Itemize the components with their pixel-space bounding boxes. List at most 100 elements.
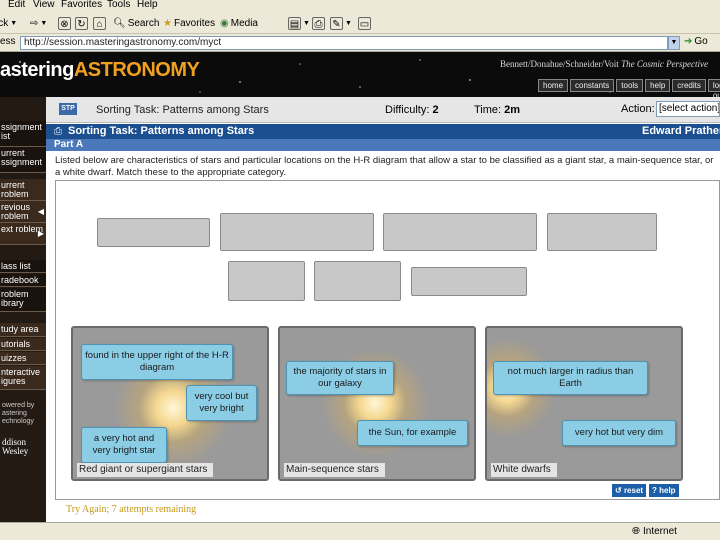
draggable-card[interactable]: the majority of stars in our galaxy	[286, 361, 394, 395]
nav-logout-button[interactable]: log out	[707, 79, 720, 97]
menu-bar: Edit View Favorites Tools Help	[0, 0, 720, 12]
media-button[interactable]: ◉ Media	[220, 15, 258, 31]
address-input[interactable]: http://session.masteringastronomy.com/my…	[20, 36, 668, 50]
browser-toolbar: Back ▼ ⇨ ▼ ⊗ ↻ ⌂ 🔍︎ Search ★ Favorites ◉…	[0, 12, 720, 34]
bin-red-giant[interactable]: found in the upper right of the H-R diag…	[71, 326, 269, 481]
draggable-card[interactable]: not much larger in radius than Earth	[493, 361, 648, 395]
bin-label: White dwarfs	[491, 463, 557, 477]
sidebar-item-current-assignment[interactable]: urrent ssignment	[0, 147, 46, 173]
menu-help[interactable]: Help	[137, 0, 158, 10]
search-label: Search	[127, 17, 160, 29]
chevron-down-icon: ▼	[303, 19, 310, 27]
media-icon: ◉	[220, 17, 229, 29]
globe-icon: 🌐︎	[632, 526, 640, 537]
forward-button[interactable]: ⇨ ▼	[30, 15, 47, 31]
task-info-bar: STP Sorting Task: Patterns among Stars D…	[46, 97, 720, 123]
problem-title-bar: ⎙ Sorting Task: Patterns among Stars Edw…	[46, 124, 720, 139]
edit-icon: ✎	[330, 16, 343, 30]
powered-by: owered by astering echnology	[2, 402, 35, 425]
draggable-card[interactable]: very hot but very dim	[562, 420, 676, 446]
back-label: Back	[0, 17, 9, 29]
problem-title: Sorting Task: Patterns among Stars	[68, 125, 255, 137]
sidebar-item-label: ext roblem	[1, 224, 44, 234]
empty-slot[interactable]	[228, 261, 305, 301]
chevron-down-icon[interactable]: ▼	[668, 36, 680, 50]
sidebar-item-class-list[interactable]: lass list	[0, 260, 46, 273]
refresh-button[interactable]: ↻	[75, 15, 88, 31]
part-bar: Part A	[46, 139, 720, 151]
back-button[interactable]: Back ▼	[0, 15, 17, 31]
search-button[interactable]: 🔍︎ Search	[113, 15, 159, 31]
empty-slot[interactable]	[314, 261, 401, 301]
sidebar-item-next-problem[interactable]: ext roblem ▶	[0, 223, 46, 245]
history-button[interactable]: ▤ ▼	[288, 15, 310, 31]
printer-icon[interactable]: ⎙	[54, 126, 62, 137]
draggable-card[interactable]: found in the upper right of the H-R diag…	[81, 344, 233, 380]
time-value: 2m	[504, 104, 521, 116]
empty-slot[interactable]	[97, 218, 210, 247]
sidebar-item-current-problem[interactable]: urrent roblem	[0, 179, 46, 201]
user-name: Edward Prather	[642, 125, 720, 137]
instructions: Listed below are characteristics of star…	[55, 155, 714, 178]
difficulty-label: Difficulty:	[385, 104, 430, 116]
menu-view[interactable]: View	[33, 0, 55, 10]
empty-slot[interactable]	[220, 213, 374, 251]
nav-home-button[interactable]: home	[538, 79, 569, 92]
status-bar: 🌐︎ Internet	[0, 522, 720, 540]
sidebar-item-previous-problem[interactable]: revious roblem ◀	[0, 201, 46, 223]
draggable-card[interactable]: the Sun, for example	[357, 420, 468, 446]
sidebar-item-study-area[interactable]: tudy area	[0, 323, 46, 337]
stop-button[interactable]: ⊗	[58, 15, 71, 31]
chevron-down-icon: ▼	[40, 19, 48, 27]
sidebar-item-gradebook[interactable]: radebook	[0, 274, 46, 287]
empty-slot[interactable]	[547, 213, 657, 251]
stp-badge: STP	[59, 103, 77, 115]
draggable-card[interactable]: a very hot and very bright star	[81, 427, 167, 463]
draggable-card[interactable]: very cool but very bright	[186, 385, 257, 421]
reset-icon: ↺	[615, 486, 622, 495]
print-button[interactable]: ⎙	[312, 15, 325, 31]
logo-text-orange: ASTRONOMY	[73, 59, 200, 81]
help-icon: ?	[652, 486, 657, 495]
help-button[interactable]: ? help	[649, 484, 679, 497]
reset-button[interactable]: ↺ reset	[612, 484, 647, 497]
help-label: help	[659, 486, 676, 495]
favorites-button[interactable]: ★ Favorites	[163, 15, 215, 31]
bin-white-dwarf[interactable]: not much larger in radius than Earth ver…	[485, 326, 683, 481]
arrow-right-icon: ▶	[37, 229, 44, 238]
bin-main-sequence[interactable]: the majority of stars in our galaxy the …	[278, 326, 476, 481]
menu-edit[interactable]: Edit	[8, 0, 25, 10]
go-button[interactable]: ➔ Go	[684, 36, 708, 47]
authors-text: Bennett/Donahue/Schneider/Voit	[500, 59, 619, 69]
sidebar-item-interactive-figures[interactable]: nteractive igures	[0, 366, 46, 390]
sidebar-item-tutorials[interactable]: utorials	[0, 338, 46, 351]
nav-help-button[interactable]: help	[645, 79, 671, 92]
edit-button[interactable]: ✎ ▼	[330, 15, 352, 31]
sorting-workspace: found in the upper right of the H-R diag…	[55, 180, 720, 500]
empty-slot[interactable]	[411, 267, 527, 296]
menu-favorites[interactable]: Favorites	[61, 0, 102, 10]
task-name: Sorting Task: Patterns among Stars	[96, 104, 269, 116]
nav-credits-button[interactable]: credits	[672, 79, 706, 92]
nav-tools-button[interactable]: tools	[616, 79, 644, 92]
discuss-button[interactable]: ▭	[358, 15, 371, 31]
arrow-left-icon: ◀	[37, 207, 44, 216]
address-bar: ess http://session.masteringastronomy.co…	[0, 34, 720, 52]
sidebar-item-label: revious roblem	[1, 202, 31, 221]
menu-tools[interactable]: Tools	[107, 0, 130, 10]
sidebar-item-problem-library[interactable]: roblem ibrary	[0, 288, 46, 312]
difficulty-value: 2	[432, 104, 439, 116]
search-icon: 🔍︎	[113, 17, 126, 29]
home-button[interactable]: ⌂	[93, 15, 106, 31]
publisher-logo[interactable]: ddison Wesley	[2, 438, 46, 456]
go-arrow-icon: ➔	[684, 36, 693, 47]
sidebar-item-assignment-list[interactable]: ssignment ist	[0, 121, 46, 147]
site-logo[interactable]: asteringASTRONOMY	[0, 59, 200, 82]
site-header: asteringASTRONOMY Bennett/Donahue/Schnei…	[0, 52, 720, 97]
action-select[interactable]: [select action]	[656, 101, 720, 117]
nav-constants-button[interactable]: constants	[570, 79, 615, 92]
empty-slot[interactable]	[383, 213, 537, 251]
sidebar-item-quizzes[interactable]: uizzes	[0, 352, 46, 365]
address-label: ess	[0, 36, 16, 47]
stop-icon: ⊗	[58, 16, 71, 30]
